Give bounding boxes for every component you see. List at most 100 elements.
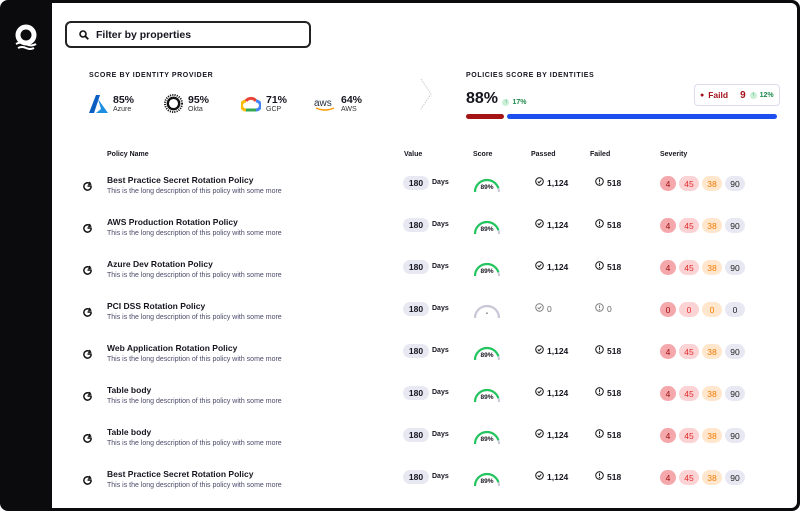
severity-medium: 38 <box>702 386 722 401</box>
value-unit: Days <box>432 305 449 312</box>
provider-gcp[interactable]: 71% GCP <box>241 94 287 113</box>
severity-high: 45 <box>679 344 699 359</box>
failed-card[interactable]: ● Faild 9 ↑ 12% <box>694 84 780 106</box>
provider-name: AWS <box>341 106 357 113</box>
failed-value: 0 <box>607 303 612 314</box>
search-placeholder: Filter by properties <box>96 28 192 41</box>
score-delta: 17% <box>512 98 527 106</box>
failed-value: 518 <box>607 471 622 482</box>
passed-count: 1,124 <box>535 261 568 272</box>
provider-name: Azure <box>113 106 132 113</box>
failed-count: 518 <box>595 345 621 356</box>
table-row[interactable]: Best Practice Secret Rotation Policy Thi… <box>52 469 797 518</box>
severity-low: 90 <box>725 344 745 359</box>
policy-description: This is the long description of this pol… <box>107 440 282 447</box>
severity-low: 90 <box>725 260 745 275</box>
passed-count: 0 <box>535 303 552 314</box>
severity-badges: 4 45 38 90 <box>660 344 745 359</box>
policy-title[interactable]: Web Application Rotation Policy <box>107 343 237 353</box>
column-header-policy-name[interactable]: Policy Name <box>107 151 149 158</box>
passed-count: 1,124 <box>535 471 568 482</box>
severity-high: 0 <box>679 302 699 317</box>
passed-count: 1,124 <box>535 387 568 398</box>
failed-value: 518 <box>607 177 622 188</box>
policy-title[interactable]: Azure Dev Rotation Policy <box>107 259 213 269</box>
column-header-passed[interactable]: Passed <box>531 151 556 158</box>
policy-description: This is the long description of this pol… <box>107 398 282 405</box>
severity-high: 45 <box>679 260 699 275</box>
severity-badges: 4 45 38 90 <box>660 176 745 191</box>
severity-medium: 38 <box>702 176 722 191</box>
severity-badges: 4 45 38 90 <box>660 260 745 275</box>
severity-badges: 4 45 38 90 <box>660 428 745 443</box>
policy-title[interactable]: PCI DSS Rotation Policy <box>107 301 205 311</box>
passed-count: 1,124 <box>535 177 568 188</box>
check-circle-icon <box>535 345 544 356</box>
score-value: 89% <box>480 184 494 191</box>
column-header-value[interactable]: Value <box>404 151 422 158</box>
passed-value: 1,124 <box>547 177 569 188</box>
arrow-up-icon: ↑ <box>749 91 757 99</box>
provider-section-title: SCORE BY IDENTITY PROVIDER <box>89 72 214 79</box>
app-logo-icon[interactable] <box>13 24 39 50</box>
severity-low: 90 <box>725 470 745 485</box>
failed-value: 518 <box>607 429 622 440</box>
failed-count: 518 <box>595 471 621 482</box>
alert-circle-icon <box>595 429 604 440</box>
app-frame: Filter by properties SCORE BY IDENTITY P… <box>0 0 800 511</box>
alert-circle-icon <box>595 261 604 272</box>
filter-search-input[interactable]: Filter by properties <box>65 21 311 48</box>
policy-title[interactable]: Best Practice Secret Rotation Policy <box>107 175 253 185</box>
policy-description: This is the long description of this pol… <box>107 272 282 279</box>
provider-score: 95% <box>188 94 210 106</box>
failed-count: 518 <box>595 387 621 398</box>
check-circle-icon <box>535 219 544 230</box>
severity-critical: 4 <box>660 260 676 275</box>
policy-description: This is the long description of this pol… <box>107 188 282 195</box>
provider-aws[interactable]: aws 64% AWS <box>314 94 362 113</box>
passed-value: 1,124 <box>547 219 569 230</box>
svg-text:aws: aws <box>314 98 332 109</box>
policy-title[interactable]: Best Practice Secret Rotation Policy <box>107 469 253 479</box>
value-unit: Days <box>432 179 449 186</box>
rotation-icon <box>82 431 93 449</box>
column-header-score[interactable]: Score <box>473 151 492 158</box>
main-panel: Filter by properties SCORE BY IDENTITY P… <box>52 3 797 508</box>
severity-critical: 4 <box>660 218 676 233</box>
policy-title[interactable]: Table body <box>107 427 151 437</box>
chevron-right-icon[interactable] <box>420 78 432 110</box>
rotation-icon <box>82 263 93 281</box>
value-pill: 180 <box>403 218 429 232</box>
failed-count: 0 <box>595 303 612 314</box>
alert-circle-icon <box>595 471 604 482</box>
severity-critical: 4 <box>660 470 676 485</box>
column-header-failed[interactable]: Failed <box>590 151 610 158</box>
aws-icon: aws <box>314 98 335 111</box>
severity-low: 90 <box>725 386 745 401</box>
provider-score: 71% <box>266 94 288 106</box>
value-pill: 180 <box>403 344 429 358</box>
passed-value: 1,124 <box>547 471 569 482</box>
value-pill: 180 <box>403 470 429 484</box>
policy-title[interactable]: Table body <box>107 385 151 395</box>
alert-circle-icon <box>595 177 604 188</box>
passed-value: 1,124 <box>547 429 569 440</box>
check-circle-icon <box>535 471 544 482</box>
severity-low: 90 <box>725 218 745 233</box>
score-value: 89% <box>480 478 494 485</box>
provider-azure[interactable]: 85% Azure <box>89 94 134 113</box>
severity-medium: 38 <box>702 428 722 443</box>
failed-label: Faild <box>708 90 729 100</box>
value-unit: Days <box>432 263 449 270</box>
failed-count: 518 <box>595 261 621 272</box>
score-value: 89% <box>480 226 494 233</box>
column-header-severity[interactable]: Severity <box>660 151 687 158</box>
severity-medium: 0 <box>702 302 722 317</box>
provider-okta[interactable]: 95% Okta <box>164 94 209 113</box>
value-pill: 180 <box>403 176 429 190</box>
policy-title[interactable]: AWS Production Rotation Policy <box>107 217 238 227</box>
severity-high: 45 <box>679 218 699 233</box>
identities-score-value: 88% <box>466 90 499 107</box>
value-pill: 180 <box>403 260 429 274</box>
value-pill: 180 <box>403 386 429 400</box>
